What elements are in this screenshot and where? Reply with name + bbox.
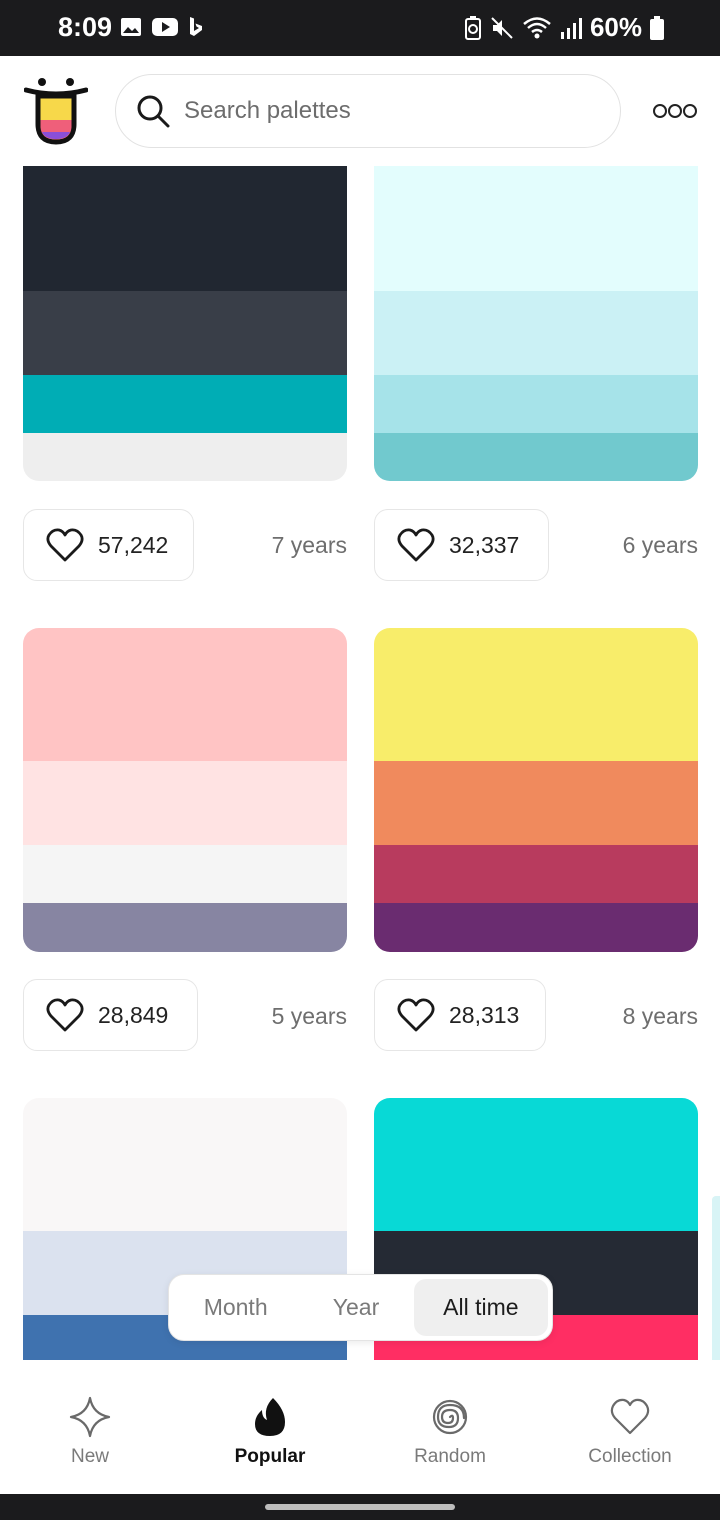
- color-swatch[interactable]: [23, 845, 347, 903]
- color-swatch[interactable]: [23, 291, 347, 375]
- system-status: 60%: [464, 12, 664, 43]
- notification-icons: [120, 16, 204, 38]
- gallery-icon: [121, 18, 141, 36]
- heart-icon: [46, 528, 84, 562]
- nav-popular[interactable]: Popular: [180, 1360, 360, 1494]
- like-count: 28,849: [98, 1001, 169, 1028]
- color-swatch[interactable]: [23, 903, 347, 952]
- bottom-nav: New Popular Random Collection: [0, 1360, 720, 1494]
- palette-feed: 57,242 7 years 32,337 6 years 28,849 5 y…: [0, 166, 720, 1360]
- color-swatch[interactable]: [23, 628, 347, 761]
- more-options-icon[interactable]: [652, 100, 698, 122]
- system-gesture-bar: [0, 1494, 720, 1520]
- nav-new[interactable]: New: [0, 1360, 180, 1494]
- like-button[interactable]: 28,313: [374, 979, 546, 1051]
- nav-collection[interactable]: Collection: [540, 1360, 720, 1494]
- signal-icon: [560, 17, 582, 39]
- nav-label: Collection: [588, 1446, 672, 1467]
- home-indicator[interactable]: [265, 1504, 455, 1510]
- like-button[interactable]: 32,337: [374, 509, 549, 581]
- color-swatch[interactable]: [23, 1098, 347, 1231]
- spiral-icon: [432, 1399, 468, 1435]
- status-bar: 8:09 60%: [0, 0, 720, 56]
- palette-card[interactable]: [23, 166, 347, 481]
- color-swatch[interactable]: [374, 433, 698, 481]
- palette-card[interactable]: [374, 166, 698, 481]
- palette-age: 7 years: [271, 532, 347, 558]
- status-time: 8:09: [58, 12, 113, 42]
- color-swatch[interactable]: [374, 1098, 698, 1231]
- search-input[interactable]: [184, 97, 584, 125]
- color-swatch[interactable]: [374, 628, 698, 761]
- filter-year[interactable]: Year: [298, 1279, 413, 1336]
- color-swatch[interactable]: [23, 761, 347, 845]
- color-swatch[interactable]: [23, 166, 347, 291]
- nav-label: Random: [414, 1446, 486, 1467]
- palette-age: 8 years: [622, 1003, 698, 1029]
- filter-all-time[interactable]: All time: [413, 1279, 548, 1336]
- color-swatch[interactable]: [374, 166, 698, 291]
- edge-panel-handle[interactable]: [712, 1196, 720, 1376]
- app-logo[interactable]: [24, 76, 88, 146]
- heart-icon: [397, 528, 435, 562]
- nav-label: Popular: [234, 1446, 306, 1467]
- color-swatch[interactable]: [374, 291, 698, 375]
- palette-card[interactable]: [374, 628, 698, 952]
- nav-label: New: [70, 1446, 109, 1467]
- heart-icon: [46, 998, 84, 1032]
- bing-icon: [190, 17, 202, 36]
- color-swatch[interactable]: [23, 375, 347, 433]
- like-button[interactable]: 28,849: [23, 979, 198, 1051]
- time-filter: Month Year All time: [168, 1274, 553, 1341]
- battery-icon: [650, 15, 664, 40]
- nav-random[interactable]: Random: [360, 1360, 540, 1494]
- palette-age: 5 years: [271, 1003, 347, 1029]
- color-swatch[interactable]: [23, 433, 347, 481]
- mute-icon: [491, 16, 513, 39]
- like-count: 57,242: [98, 531, 169, 558]
- battery-saver-icon: [464, 15, 481, 40]
- like-button[interactable]: 57,242: [23, 509, 194, 581]
- heart-icon: [610, 1398, 650, 1435]
- heart-icon: [397, 998, 435, 1032]
- wifi-icon: [523, 16, 551, 38]
- color-swatch[interactable]: [374, 375, 698, 433]
- like-count: 28,313: [449, 1001, 520, 1028]
- app-header: [0, 56, 720, 166]
- battery-percent: 60%: [589, 12, 642, 42]
- color-swatch[interactable]: [374, 761, 698, 845]
- filter-month[interactable]: Month: [173, 1279, 298, 1336]
- like-count: 32,337: [449, 531, 520, 558]
- palette-age: 6 years: [622, 532, 698, 558]
- search-icon: [137, 95, 170, 128]
- youtube-icon: [152, 18, 178, 36]
- color-swatch[interactable]: [374, 903, 698, 952]
- search-bar[interactable]: [115, 74, 621, 148]
- sparkle-icon: [69, 1396, 111, 1438]
- palette-card[interactable]: [23, 628, 347, 952]
- flame-icon: [255, 1398, 285, 1436]
- color-swatch[interactable]: [374, 845, 698, 903]
